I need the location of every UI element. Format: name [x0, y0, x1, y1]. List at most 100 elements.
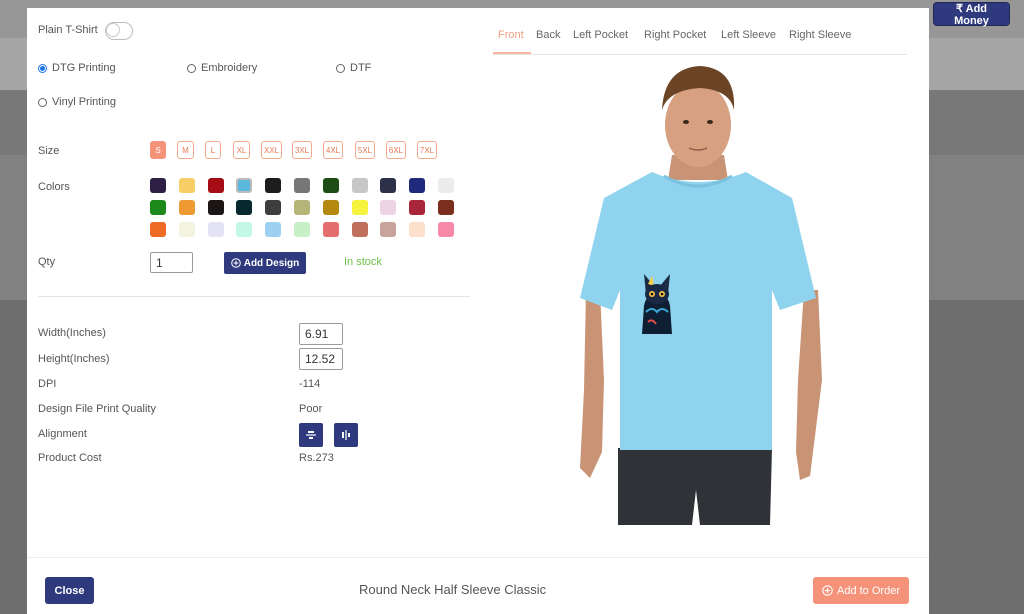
align-horizontal-center-icon — [342, 430, 350, 440]
color-swatch[interactable] — [207, 222, 224, 237]
size-option-l[interactable]: L — [205, 141, 221, 159]
size-option-m[interactable]: M — [177, 141, 194, 159]
color-swatch[interactable] — [322, 200, 339, 215]
color-swatch[interactable] — [351, 200, 368, 215]
dpi-value: -114 — [299, 378, 321, 390]
height-input[interactable] — [299, 348, 343, 370]
add-money-button[interactable]: ₹ Add Money — [934, 3, 1009, 27]
color-swatch[interactable] — [150, 222, 166, 237]
tab-right-pocket[interactable]: Right Pocket — [644, 26, 706, 54]
radio-dot-checked — [38, 63, 47, 73]
color-swatch[interactable] — [351, 178, 368, 193]
color-swatch[interactable] — [150, 178, 166, 193]
print-quality-label: Design File Print Quality — [38, 403, 156, 415]
radio-dtf[interactable]: DTF — [336, 62, 371, 74]
tab-left-sleeve[interactable]: Left Sleeve — [721, 26, 776, 54]
jeans — [618, 448, 772, 525]
colors-label: Colors — [38, 181, 70, 193]
radio-dot — [336, 63, 345, 73]
right-eye — [707, 120, 713, 124]
right-arm — [796, 290, 822, 480]
qty-label: Qty — [38, 256, 56, 268]
width-input[interactable] — [299, 323, 343, 345]
radio-dtg-printing[interactable]: DTG Printing — [38, 62, 116, 74]
left-arm — [580, 290, 604, 478]
color-swatch[interactable] — [236, 178, 253, 193]
color-swatch[interactable] — [265, 222, 282, 237]
radio-dtg-label: DTG Printing — [52, 62, 116, 74]
alignment-label: Alignment — [38, 428, 87, 440]
size-option-xxl[interactable]: XXL — [261, 141, 282, 159]
dpi-label: DPI — [38, 378, 57, 390]
color-swatch[interactable] — [265, 178, 282, 193]
product-cost-value: Rs.273 — [299, 452, 334, 464]
color-swatch[interactable] — [294, 178, 310, 193]
footer-divider — [27, 557, 929, 558]
section-divider — [38, 296, 470, 297]
tab-front[interactable]: Front — [493, 26, 531, 54]
color-swatch[interactable] — [207, 200, 224, 215]
radio-vinyl-printing[interactable]: Vinyl Printing — [38, 96, 116, 108]
color-swatch[interactable] — [265, 200, 282, 215]
color-swatch[interactable] — [380, 178, 397, 193]
left-eye — [683, 120, 689, 124]
radio-vinyl-label: Vinyl Printing — [52, 96, 116, 108]
color-swatch[interactable] — [409, 178, 426, 193]
size-label: Size — [38, 145, 60, 157]
plain-tshirt-toggle[interactable] — [105, 22, 133, 40]
size-option-4xl[interactable]: 4XL — [323, 141, 343, 159]
print-quality-value: Poor — [299, 403, 323, 415]
size-option-s[interactable]: S — [150, 141, 166, 159]
plus-circle-icon — [822, 585, 833, 596]
color-swatch[interactable] — [438, 222, 454, 237]
qty-input[interactable] — [150, 252, 193, 273]
height-label: Height(Inches) — [38, 353, 110, 365]
size-option-3xl[interactable]: 3XL — [292, 141, 312, 159]
color-swatch[interactable] — [150, 200, 166, 215]
radio-dtf-label: DTF — [350, 62, 372, 74]
color-swatch[interactable] — [236, 200, 253, 215]
add-design-label: Add Design — [243, 257, 300, 269]
color-swatch[interactable] — [236, 222, 253, 237]
add-design-button[interactable]: Add Design — [224, 252, 306, 274]
color-swatch[interactable] — [322, 222, 339, 237]
radio-dot — [38, 97, 47, 107]
align-horizontal-center-button[interactable] — [334, 423, 358, 447]
color-swatch[interactable] — [409, 222, 426, 237]
tab-back[interactable]: Back — [536, 26, 560, 54]
color-swatch[interactable] — [409, 200, 426, 215]
product-cost-label: Product Cost — [38, 452, 102, 464]
radio-embroidery-label: Embroidery — [201, 62, 258, 74]
close-button[interactable]: Close — [45, 577, 94, 604]
product-name: Round Neck Half Sleeve Classic — [359, 582, 547, 597]
align-center-button[interactable] — [299, 423, 323, 447]
color-swatch[interactable] — [380, 222, 397, 237]
size-option-xl[interactable]: XL — [233, 141, 250, 159]
size-option-5xl[interactable]: 5XL — [355, 141, 375, 159]
size-option-6xl[interactable]: 6XL — [386, 141, 406, 159]
color-swatch[interactable] — [438, 178, 454, 193]
color-swatch[interactable] — [322, 178, 339, 193]
color-swatch[interactable] — [438, 200, 454, 215]
color-swatch[interactable] — [178, 222, 195, 237]
color-swatch[interactable] — [380, 200, 397, 215]
view-tabs: Front Back Left Pocket Right Pocket Left… — [493, 26, 907, 55]
color-swatch[interactable] — [207, 178, 224, 193]
size-option-7xl[interactable]: 7XL — [417, 141, 437, 159]
width-label: Width(Inches) — [38, 327, 106, 339]
color-swatch[interactable] — [178, 200, 195, 215]
add-to-order-label: Add to Order — [837, 584, 900, 597]
tab-right-sleeve[interactable]: Right Sleeve — [789, 26, 851, 54]
tshirt-preview — [580, 66, 822, 525]
radio-dot — [187, 63, 196, 73]
add-to-order-button[interactable]: Add to Order — [813, 577, 909, 604]
color-swatch[interactable] — [178, 178, 195, 193]
color-swatch[interactable] — [294, 200, 310, 215]
color-swatch[interactable] — [294, 222, 310, 237]
radio-embroidery[interactable]: Embroidery — [187, 62, 257, 74]
plus-circle-icon — [230, 258, 241, 268]
tab-left-pocket[interactable]: Left Pocket — [573, 26, 628, 54]
stock-status: In stock — [344, 256, 382, 268]
align-vertical-center-icon — [306, 431, 316, 439]
color-swatch[interactable] — [351, 222, 368, 237]
